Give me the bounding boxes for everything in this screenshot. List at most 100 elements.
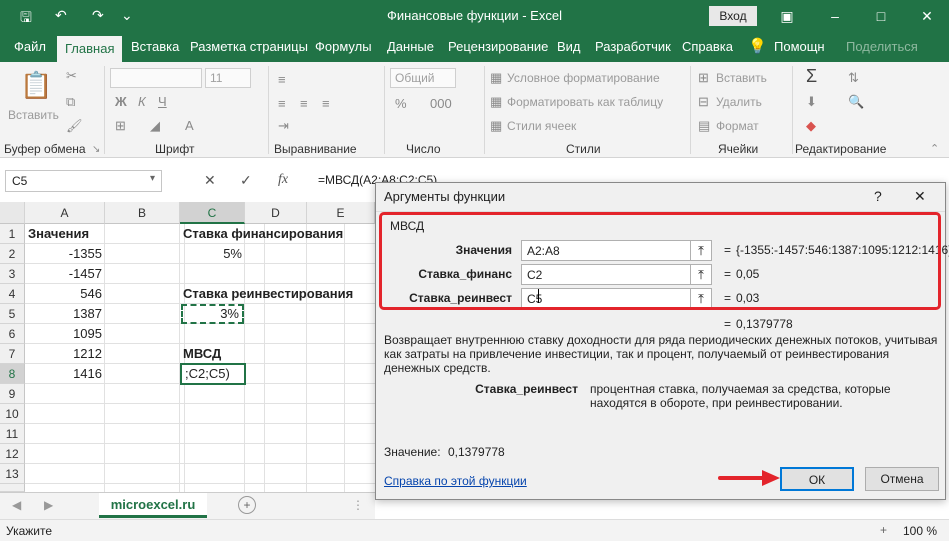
col-header-d[interactable]: D [245, 202, 307, 224]
cell-a6[interactable]: 1095 [25, 324, 105, 344]
number-format-combo[interactable]: Общий [390, 68, 456, 88]
cell-a5[interactable]: 1387 [25, 304, 105, 324]
cut-icon[interactable]: ✂ [66, 68, 77, 84]
maximize-icon[interactable]: □ [866, 4, 896, 28]
sheet-tab[interactable]: microexcel.ru [99, 493, 207, 518]
clear-icon[interactable]: ◆ [806, 118, 816, 134]
cell-c2[interactable]: 5% [180, 244, 245, 264]
options-icon[interactable]: ⋮ [352, 498, 364, 512]
conditional-format-icon[interactable]: ▦ [490, 70, 502, 86]
tab-review[interactable]: Рецензирование [446, 32, 550, 62]
row-header-3[interactable]: 3 [0, 264, 25, 284]
tab-data[interactable]: Данные [385, 32, 436, 62]
col-header-c[interactable]: C [180, 202, 245, 224]
col-header-b[interactable]: B [105, 202, 180, 224]
tab-help[interactable]: Справка [680, 32, 735, 62]
autosum-icon[interactable]: Σ [806, 66, 817, 87]
cell-a7[interactable]: 1212 [25, 344, 105, 364]
name-box-dropdown-icon[interactable]: ▾ [150, 173, 155, 184]
tab-developer[interactable]: Разработчик [593, 32, 673, 62]
underline-icon[interactable]: Ч [158, 94, 167, 109]
collapse-ribbon-icon[interactable]: ⌃ [930, 142, 939, 155]
minimize-icon[interactable]: – [820, 4, 850, 28]
cell-a4[interactable]: 546 [25, 284, 105, 304]
format-table-icon[interactable]: ▦ [490, 94, 502, 110]
zoom-level[interactable]: 100 % [903, 524, 937, 538]
fill-icon[interactable]: ⬇ [806, 94, 817, 110]
cancel-button[interactable]: Отмена [865, 467, 939, 491]
col-header-e[interactable]: E [307, 202, 375, 224]
tab-file[interactable]: Файл [12, 32, 48, 62]
tab-formulas[interactable]: Формулы [313, 32, 374, 62]
row-header-4[interactable]: 4 [0, 284, 25, 304]
fill-color-icon[interactable]: ◢ [150, 118, 160, 134]
name-box[interactable]: C5 [5, 170, 162, 192]
align-top-icon[interactable]: ≡ [278, 72, 286, 87]
tab-tell-me[interactable]: Помощн [772, 32, 827, 62]
font-size-combo[interactable]: 11 [205, 68, 251, 88]
zoom-in-icon[interactable]: + [880, 523, 887, 537]
format-cells-button[interactable]: Формат [716, 119, 759, 133]
row-header-10[interactable]: 10 [0, 404, 25, 424]
tab-home[interactable]: Главная [57, 36, 123, 62]
indent-icon[interactable]: ⇥ [278, 118, 289, 134]
paste-label[interactable]: Вставить [8, 108, 59, 122]
cell-c1[interactable]: Ставка финансирования [180, 224, 343, 244]
comma-style-icon[interactable]: 000 [430, 96, 452, 111]
align-left-icon[interactable]: ≡ [278, 96, 286, 111]
dialog-help-icon[interactable]: ? [874, 188, 882, 204]
cell-a2[interactable]: -1355 [25, 244, 105, 264]
help-link[interactable]: Справка по этой функции [384, 474, 527, 488]
format-painter-icon[interactable]: 🖌 [66, 118, 83, 134]
lightbulb-icon[interactable]: 💡 [746, 32, 769, 62]
row-header-12[interactable]: 12 [0, 444, 25, 464]
cell-styles-icon[interactable]: ▦ [490, 118, 502, 134]
row-header-11[interactable]: 11 [0, 424, 25, 444]
copy-icon[interactable]: ⧉ [66, 94, 75, 110]
enter-icon[interactable]: ✓ [240, 172, 252, 189]
row-header-8[interactable]: 8 [0, 364, 25, 384]
italic-icon[interactable]: К [138, 94, 146, 109]
row-header-6[interactable]: 6 [0, 324, 25, 344]
format-cells-icon[interactable]: ▤ [698, 118, 710, 134]
scroll-left-icon[interactable]: ◀ [12, 498, 21, 512]
ok-button[interactable]: ОК [780, 467, 854, 491]
close-window-icon[interactable]: ✕ [912, 4, 942, 28]
tab-view[interactable]: Вид [555, 32, 583, 62]
align-right-icon[interactable]: ≡ [322, 96, 330, 111]
select-all-corner[interactable] [0, 202, 25, 224]
row-header-14[interactable] [0, 484, 25, 492]
bold-icon[interactable]: Ж [115, 94, 127, 109]
cell-c8-editing[interactable]: ;C2;C5) [180, 363, 246, 385]
borders-icon[interactable]: ⊞ [115, 118, 126, 134]
login-button[interactable]: Вход [709, 6, 757, 26]
cell-c5[interactable]: 3% [181, 304, 244, 324]
cell-a1[interactable]: Значения [25, 224, 105, 244]
row-header-13[interactable]: 13 [0, 464, 25, 484]
tab-insert[interactable]: Вставка [129, 32, 181, 62]
cell-styles-button[interactable]: Стили ячеек [507, 119, 576, 133]
cancel-icon[interactable]: ✕ [204, 172, 216, 189]
row-header-1[interactable]: 1 [0, 224, 25, 244]
delete-cells-icon[interactable]: ⊟ [698, 94, 709, 110]
cell-c7[interactable]: МВСД [180, 344, 245, 364]
format-table-button[interactable]: Форматировать как таблицу [507, 95, 663, 109]
dialog-close-icon[interactable]: ✕ [914, 188, 926, 205]
font-name-combo[interactable] [110, 68, 202, 88]
share-button[interactable]: Поделиться [844, 32, 920, 62]
row-header-7[interactable]: 7 [0, 344, 25, 364]
insert-function-icon[interactable]: fx [278, 172, 288, 188]
row-header-2[interactable]: 2 [0, 244, 25, 264]
insert-cells-button[interactable]: Вставить [716, 71, 767, 85]
font-color-icon[interactable]: A [185, 118, 194, 133]
tab-page-layout[interactable]: Разметка страницы [188, 32, 310, 62]
paste-icon[interactable]: 📋 [20, 70, 52, 101]
add-sheet-icon[interactable]: + [238, 496, 256, 514]
clipboard-launcher-icon[interactable]: ↘ [92, 144, 100, 155]
cell-a8[interactable]: 1416 [25, 364, 105, 384]
delete-cells-button[interactable]: Удалить [716, 95, 762, 109]
insert-cells-icon[interactable]: ⊞ [698, 70, 709, 86]
cell-c4[interactable]: Ставка реинвестирования [180, 284, 360, 304]
align-center-icon[interactable]: ≡ [300, 96, 308, 111]
find-icon[interactable]: 🔍 [848, 94, 864, 110]
